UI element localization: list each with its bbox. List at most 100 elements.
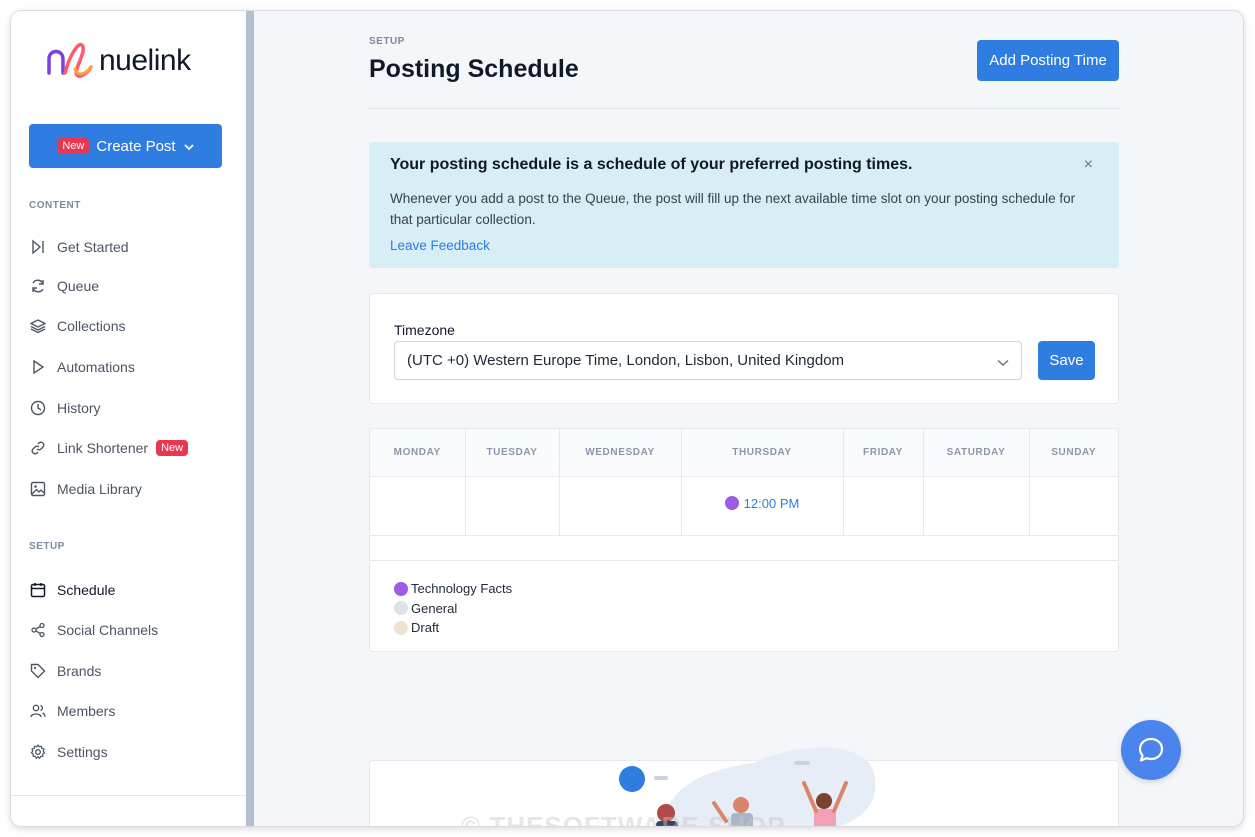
slot-time: 12:00 PM [743, 495, 800, 511]
sidebar-item-queue[interactable]: Queue [29, 277, 99, 295]
collection-color-dot [724, 496, 739, 511]
brand-logo[interactable]: nuelink [47, 41, 191, 81]
sidebar-item-label: Automations [57, 359, 135, 375]
legend-label: Technology Facts [411, 581, 513, 597]
day-header: WEDNESDAY [559, 429, 682, 477]
title-divider [369, 108, 1119, 109]
refresh-icon [29, 277, 47, 295]
breadcrumb: SETUP [369, 36, 405, 47]
collection-legend: Technology Facts General Draft [394, 579, 512, 638]
timezone-card: Timezone (UTC +0) Western Europe Time, L… [369, 293, 1119, 404]
day-cell-monday[interactable] [370, 476, 466, 536]
timezone-select[interactable]: (UTC +0) Western Europe Time, London, Li… [394, 341, 1022, 380]
create-post-label: Create Post [96, 137, 176, 155]
timezone-value: (UTC +0) Western Europe Time, London, Li… [407, 352, 845, 369]
skip-forward-icon [29, 238, 47, 256]
sidebar-item-history[interactable]: History [29, 399, 101, 417]
play-icon [29, 358, 47, 376]
setup-section-label: SETUP [29, 541, 65, 552]
sidebar-scrollbar[interactable] [246, 11, 254, 826]
gear-icon [29, 743, 47, 761]
create-post-button[interactable]: New Create Post [29, 124, 222, 168]
day-header: TUESDAY [465, 429, 560, 477]
day-header: THURSDAY [681, 429, 844, 477]
sidebar-item-label: Members [57, 703, 116, 719]
legend-item: General [394, 599, 512, 619]
sidebar-footer-divider [11, 795, 246, 796]
sidebar-item-media-library[interactable]: Media Library [29, 480, 142, 498]
legend-color-dot [394, 620, 408, 635]
legend-color-dot [394, 581, 408, 596]
sidebar-item-social-channels[interactable]: Social Channels [29, 621, 158, 639]
new-badge: New [57, 138, 90, 154]
day-cell-thursday[interactable]: 12:00 PM [681, 476, 844, 536]
sidebar-item-label: History [57, 400, 101, 416]
save-button[interactable]: Save [1038, 341, 1095, 380]
day-cell-sunday[interactable] [1029, 476, 1118, 536]
posting-time-slot[interactable]: 12:00 PM [724, 495, 800, 511]
users-icon [29, 702, 47, 720]
sidebar-item-schedule[interactable]: Schedule [29, 581, 115, 599]
share-icon [29, 621, 47, 639]
schedule-card: MONDAY TUESDAY WEDNESDAY THURSDAY FRIDAY… [369, 428, 1119, 652]
sidebar-item-get-started[interactable]: Get Started [29, 238, 129, 256]
content-section-label: CONTENT [29, 200, 81, 211]
page-title: Posting Schedule [369, 55, 579, 83]
legend-item: Technology Facts [394, 579, 512, 599]
main-content: SETUP Posting Schedule Add Posting Time … [254, 11, 1243, 826]
chevron-down-icon [183, 138, 194, 155]
schedule-divider [370, 560, 1118, 561]
sidebar-item-label: Brands [57, 663, 102, 679]
day-cell-saturday[interactable] [923, 476, 1030, 536]
clock-icon [29, 399, 47, 417]
timezone-label: Timezone [394, 322, 455, 338]
sidebar-item-members[interactable]: Members [29, 702, 115, 720]
calendar-icon [29, 581, 47, 599]
sidebar-item-label: Social Channels [57, 622, 159, 638]
sidebar-item-label: Media Library [57, 481, 142, 497]
day-header: MONDAY [370, 429, 466, 477]
alert-body: Whenever you add a post to the Queue, th… [390, 191, 1076, 227]
sidebar-item-label: Queue [57, 278, 100, 294]
schedule-header-row: MONDAY TUESDAY WEDNESDAY THURSDAY FRIDAY… [370, 429, 1118, 477]
chat-bubble-icon [1138, 737, 1164, 762]
sidebar-item-label: Settings [57, 744, 108, 760]
schedule-row: 12:00 PM [370, 476, 1118, 536]
watermark-text: © THESOFTWARE SHOP [461, 811, 786, 826]
add-posting-time-button[interactable]: Add Posting Time [977, 40, 1119, 81]
day-header: FRIDAY [843, 429, 924, 477]
day-cell-wednesday[interactable] [559, 476, 682, 536]
alert-title: Your posting schedule is a schedule of y… [390, 156, 913, 173]
leave-feedback-link[interactable]: Leave Feedback [390, 238, 490, 253]
nuelink-logo-icon [47, 42, 93, 78]
new-badge: New [156, 440, 189, 456]
tag-icon [29, 662, 47, 680]
close-icon[interactable]: × [1084, 156, 1093, 174]
sidebar-item-automations[interactable]: Automations [29, 358, 135, 376]
sidebar-item-collections[interactable]: Collections [29, 317, 125, 335]
chat-support-button[interactable] [1121, 720, 1181, 780]
legend-color-dot [394, 601, 408, 616]
sidebar-item-label: Get Started [57, 239, 129, 255]
day-cell-tuesday[interactable] [465, 476, 560, 536]
link-icon [29, 439, 47, 457]
sidebar: nuelink New Create Post CONTENT Get Star… [11, 11, 246, 826]
legend-label: General [411, 600, 458, 616]
day-header: SUNDAY [1029, 429, 1118, 477]
day-cell-friday[interactable] [843, 476, 924, 536]
brand-name: nuelink [99, 44, 191, 77]
chevron-down-icon [997, 354, 1009, 371]
legend-label: Draft [411, 620, 440, 636]
sidebar-item-label: Collections [57, 318, 126, 334]
app-window: nuelink New Create Post CONTENT Get Star… [11, 11, 1243, 826]
image-icon [29, 480, 47, 498]
sidebar-item-brands[interactable]: Brands [29, 662, 101, 680]
sidebar-item-link-shortener[interactable]: Link Shortener New [29, 439, 189, 457]
sidebar-item-label: Schedule [57, 582, 116, 598]
info-alert: Your posting schedule is a schedule of y… [369, 142, 1119, 268]
layers-icon [29, 317, 47, 335]
schedule-table: MONDAY TUESDAY WEDNESDAY THURSDAY FRIDAY… [370, 429, 1118, 536]
sidebar-item-settings[interactable]: Settings [29, 743, 108, 761]
legend-item: Draft [394, 618, 512, 638]
sidebar-item-label: Link Shortener [57, 440, 149, 456]
